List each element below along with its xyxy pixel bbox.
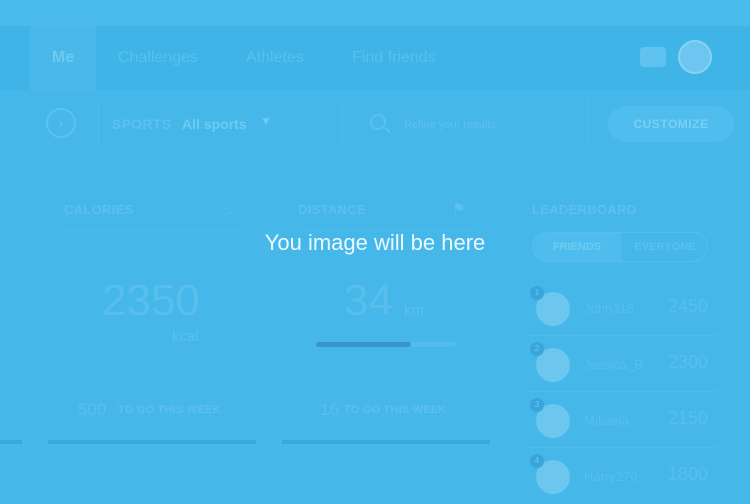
- athlete-name: Jessica_B: [584, 357, 644, 372]
- card-underline: [0, 440, 22, 444]
- tab-me[interactable]: Me: [30, 26, 96, 90]
- tab-find-friends[interactable]: Find friends: [352, 26, 436, 90]
- rank-badge: 4: [530, 454, 544, 468]
- calories-unit: kcal: [172, 328, 199, 345]
- card-underline: [48, 440, 256, 444]
- chevron-right-icon[interactable]: ›: [46, 108, 76, 138]
- chevron-down-icon[interactable]: ▼: [260, 114, 272, 128]
- card-title: DISTANCE: [298, 202, 366, 217]
- search-input[interactable]: [402, 112, 574, 138]
- distance-progress-bar: [316, 342, 456, 347]
- leaderboard-row[interactable]: 3 Mikaela 2150: [524, 396, 718, 448]
- card-underline: [282, 440, 490, 444]
- divider: [524, 335, 718, 336]
- rank-badge: 2: [530, 342, 544, 356]
- rank-badge: 1: [530, 286, 544, 300]
- card-title: CALORIES: [64, 202, 134, 217]
- tab-athletes[interactable]: Athletes: [246, 26, 304, 90]
- sports-select[interactable]: All sports: [182, 116, 247, 132]
- search-icon[interactable]: [370, 114, 386, 130]
- distance-value: 34: [344, 276, 393, 325]
- flame-icon: ♨: [220, 201, 234, 218]
- athlete-score: 1800: [667, 464, 708, 484]
- divider: [342, 100, 343, 146]
- calories-goal-value: 500: [78, 400, 107, 419]
- divider: [588, 100, 589, 146]
- leaderboard-row[interactable]: 2 Jessica_B 2300: [524, 340, 718, 392]
- athlete-score: 2300: [667, 352, 708, 372]
- chat-icon[interactable]: [640, 47, 666, 67]
- leaderboard-row[interactable]: 1 John318 2450: [524, 284, 718, 336]
- distance-goal-value: 16: [320, 400, 339, 419]
- customize-button[interactable]: CUSTOMIZE: [608, 106, 734, 142]
- distance-unit: km: [404, 302, 424, 319]
- tab-challenges[interactable]: Challenges: [118, 26, 198, 90]
- athlete-score: 2450: [667, 296, 708, 316]
- progress-fill: [316, 342, 412, 347]
- divider: [524, 447, 718, 448]
- leaderboard-row[interactable]: 4 Harry270 1800: [524, 452, 718, 504]
- top-strip: [0, 0, 750, 26]
- divider: [524, 391, 718, 392]
- calories-value: 2350: [102, 276, 200, 325]
- map-icon: ⚑: [452, 201, 466, 218]
- partial-card: [0, 186, 22, 444]
- athlete-score: 2150: [667, 408, 708, 428]
- athlete-name: Harry270: [584, 469, 638, 484]
- image-placeholder-text: You image will be here: [264, 230, 486, 255]
- distance-card: DISTANCE ⚑ 34 km 16 TO GO THIS WEEK: [282, 186, 490, 444]
- calories-goal-text: TO GO THIS WEEK: [118, 404, 221, 416]
- sports-label: SPORTS: [112, 116, 172, 132]
- rank-badge: 3: [530, 398, 544, 412]
- distance-goal-text: TO GO THIS WEEK: [344, 404, 447, 416]
- leaderboard-title: LEADERBOARD: [532, 202, 637, 217]
- athlete-name: Mikaela: [584, 413, 629, 428]
- calories-card: CALORIES ♨ 2350 kcal 500 TO GO THIS WEEK: [48, 186, 256, 444]
- athlete-name: John318: [584, 301, 634, 316]
- user-avatar[interactable]: [678, 40, 712, 74]
- main-nav: Me Challenges Athletes Find friends: [0, 26, 750, 90]
- divider: [98, 100, 99, 146]
